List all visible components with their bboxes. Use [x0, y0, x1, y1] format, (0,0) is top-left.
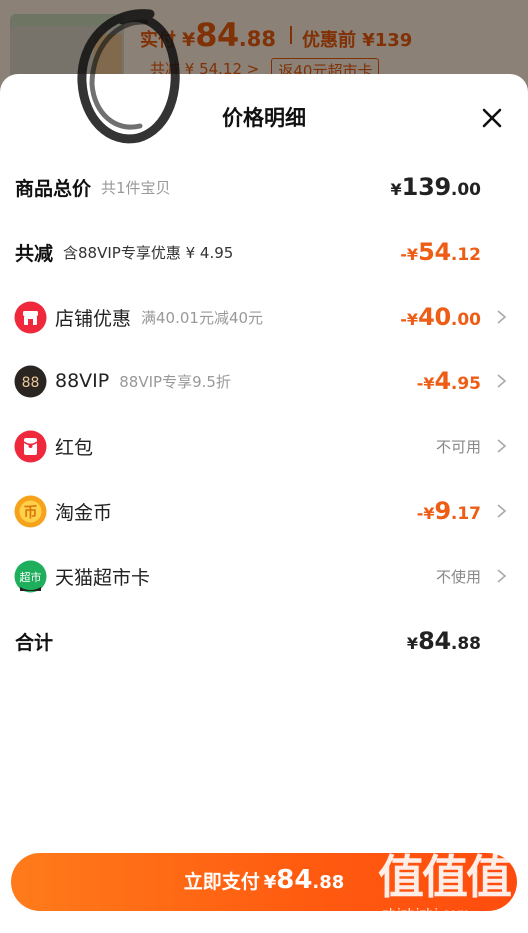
total-price-label: 商品总价 — [15, 177, 92, 200]
total-price-row: 商品总价 共1件宝贝 ¥ 139 .00 — [0, 165, 528, 209]
sum-value: ¥ 84 .88 — [406, 627, 481, 655]
vip-discount-row[interactable]: 88 88VIP 88VIP专享9.5折 -¥ 4 .95 — [0, 359, 528, 403]
total-reduce-sub: 含88VIP专享优惠 ¥ 4.95 — [63, 243, 234, 262]
vip-discount-label: 88VIP — [55, 370, 110, 392]
shop-discount-row[interactable]: 店铺优惠 满40.01元减40元 -¥ 40 .00 — [0, 295, 528, 339]
total-reduce-label: 共减 — [15, 242, 54, 265]
chevron-right-icon — [494, 568, 508, 584]
close-button[interactable] — [478, 104, 506, 132]
svg-text:超市: 超市 — [20, 570, 42, 584]
vip-88-icon: 88 — [14, 365, 47, 398]
price-detail-sheet: 价格明细 商品总价 共1件宝贝 ¥ 139 .00 共减 含88VIP专享优惠 … — [0, 74, 528, 933]
supermarket-card-value: 不使用 — [435, 567, 481, 586]
supermarket-card-label: 天猫超市卡 — [55, 566, 151, 589]
red-packet-label: 红包 — [55, 436, 94, 459]
pay-now-button[interactable]: 立即支付 ¥ 84 .88 — [11, 853, 517, 911]
red-packet-row[interactable]: 红包 不可用 — [0, 424, 528, 468]
sum-row: 合计 ¥ 84 .88 — [0, 619, 528, 663]
red-packet-icon — [14, 430, 47, 463]
sum-label: 合计 — [15, 631, 54, 654]
close-icon — [482, 108, 502, 128]
pay-now-label: 立即支付 — [183, 871, 260, 893]
shop-discount-sub: 满40.01元减40元 — [141, 308, 264, 327]
coin-value: -¥ 9 .17 — [416, 497, 481, 525]
total-reduce-row: 共减 含88VIP专享优惠 ¥ 4.95 -¥ 54 .12 — [0, 230, 528, 274]
vip-discount-value: -¥ 4 .95 — [416, 367, 481, 395]
vip-discount-sub: 88VIP专享9.5折 — [119, 372, 231, 391]
sheet-title: 价格明细 — [222, 106, 306, 130]
red-packet-value: 不可用 — [435, 437, 481, 456]
supermarket-card-icon: 超市 — [14, 560, 47, 593]
coin-row[interactable]: 币 淘金币 -¥ 9 .17 — [0, 489, 528, 533]
svg-text:币: 币 — [24, 505, 38, 521]
svg-text:88: 88 — [22, 375, 40, 391]
total-price-sub: 共1件宝贝 — [101, 178, 171, 197]
chevron-right-icon — [494, 373, 508, 389]
total-price-value: ¥ 139 .00 — [390, 173, 481, 201]
supermarket-card-row[interactable]: 超市 天猫超市卡 不使用 — [0, 554, 528, 598]
chevron-right-icon — [494, 309, 508, 325]
shop-icon — [14, 301, 47, 334]
chevron-right-icon — [494, 438, 508, 454]
chevron-right-icon — [494, 503, 508, 519]
shop-discount-label: 店铺优惠 — [55, 307, 132, 330]
coin-icon: 币 — [14, 495, 47, 528]
total-reduce-value: -¥ 54 .12 — [400, 238, 481, 266]
coin-label: 淘金币 — [55, 501, 113, 524]
shop-discount-value: -¥ 40 .00 — [400, 303, 481, 331]
